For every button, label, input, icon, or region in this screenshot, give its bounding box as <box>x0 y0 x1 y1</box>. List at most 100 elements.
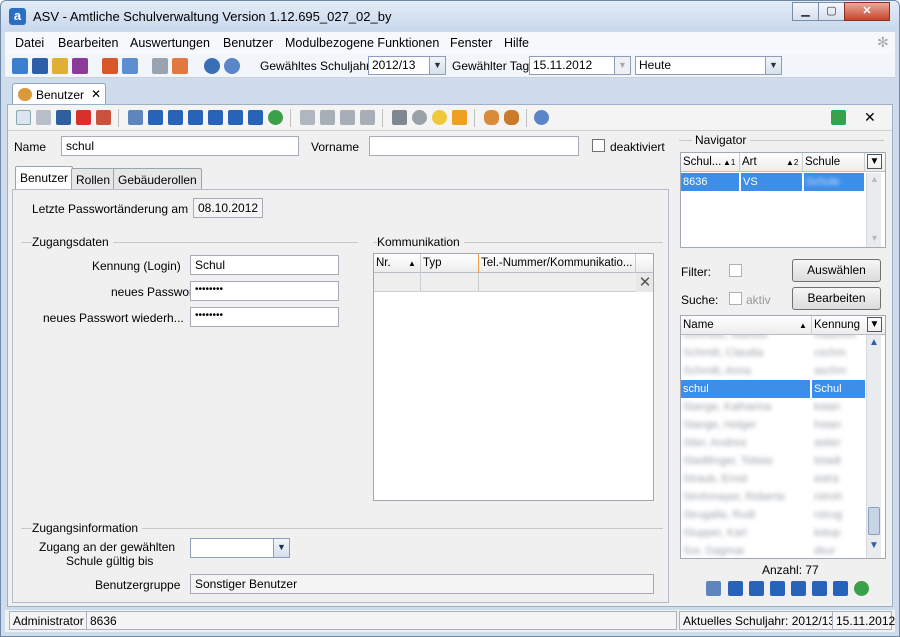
tab-benutzer-sub[interactable]: Benutzer <box>15 166 74 190</box>
copy-window-icon[interactable] <box>152 58 168 74</box>
next-icon[interactable] <box>791 581 806 596</box>
column-chooser-icon[interactable]: ▼ <box>867 154 882 169</box>
menu-benutzer[interactable]: Benutzer <box>223 36 273 50</box>
user-switch-icon[interactable] <box>504 110 519 125</box>
tab-benutzer[interactable]: Benutzer ✕ <box>12 83 106 105</box>
list-item-name[interactable]: Strohmayer, Roberta <box>681 488 810 506</box>
school-row-schul[interactable]: 8636 <box>681 173 739 191</box>
list-item-name[interactable]: Stier, Andrea <box>681 434 810 452</box>
help-icon[interactable] <box>224 58 240 74</box>
neues-passwort-input[interactable]: •••••••• <box>190 281 339 301</box>
back-arrow-icon[interactable] <box>300 110 315 125</box>
scroll-down-icon[interactable]: ▼ <box>869 540 879 551</box>
menu-fenster[interactable]: Fenster <box>450 36 492 50</box>
list-item-name[interactable]: schul <box>681 380 810 398</box>
list-item-kennung[interactable]: estra <box>812 470 865 488</box>
undo-icon[interactable] <box>56 110 71 125</box>
last-record-icon[interactable] <box>248 110 263 125</box>
list-item-kennung[interactable]: rstrug <box>812 506 865 524</box>
passwort-wiederholen-input[interactable]: •••••••• <box>190 307 339 327</box>
first-record-icon[interactable] <box>728 581 743 596</box>
suche-checkbox[interactable] <box>729 292 742 305</box>
menu-hilfe[interactable]: Hilfe <box>504 36 529 50</box>
column-header-art[interactable]: Art <box>742 156 757 168</box>
list-item-kennung[interactable]: dsur <box>812 542 865 558</box>
list-item-name[interactable]: Schmitt, Anna <box>681 362 810 380</box>
menu-bearbeiten[interactable]: Bearbeiten <box>58 36 118 50</box>
list-icon[interactable] <box>706 581 721 596</box>
list-item-name[interactable]: Straub, Ernst <box>681 470 810 488</box>
tab-rollen[interactable]: Rollen <box>71 168 116 190</box>
list-item-kennung[interactable]: tstadt <box>812 452 865 470</box>
column-chooser-icon[interactable]: ▼ <box>867 317 882 332</box>
chevron-down-icon[interactable]: ▼ <box>429 57 445 74</box>
name-input[interactable]: schul <box>61 136 299 156</box>
deaktiviert-checkbox[interactable] <box>592 139 605 152</box>
menu-modulbezogene-funktionen[interactable]: Modulbezogene Funktionen <box>285 36 439 50</box>
column-header-typ[interactable]: Typ <box>423 257 442 269</box>
close-icon[interactable]: ✕ <box>91 87 101 101</box>
maximize-icon[interactable]: ▢ <box>818 2 845 21</box>
list-item-name[interactable]: Stange, Holger <box>681 416 810 434</box>
group-icon[interactable] <box>52 58 68 74</box>
delete-icon[interactable] <box>76 110 91 125</box>
cut-icon[interactable] <box>320 110 335 125</box>
minimize-icon[interactable]: ▁ <box>792 2 819 21</box>
scroll-down-icon[interactable]: ▼ <box>870 233 879 243</box>
column-header-kennung[interactable]: Kennung <box>814 319 860 331</box>
tag-field[interactable]: 15.11.2012 ▼ <box>529 56 631 75</box>
heute-select[interactable]: Heute ▼ <box>635 56 782 75</box>
zugang-date-select[interactable]: ▼ <box>190 538 290 558</box>
fast-back-icon[interactable] <box>749 581 764 596</box>
list-item-kennung[interactable]: rstroh <box>812 488 865 506</box>
list-item-kennung[interactable]: cschm <box>812 344 865 362</box>
copy-icon[interactable] <box>340 110 355 125</box>
list-item-name[interactable]: Schmitt, Claudia <box>681 344 810 362</box>
list-item-kennung[interactable]: kstup <box>812 524 865 542</box>
new-document-icon[interactable] <box>16 110 31 125</box>
preview-icon[interactable] <box>412 110 427 125</box>
tab-gebaeuderollen[interactable]: Gebäuderollen <box>113 168 202 190</box>
school-row-art[interactable]: VS <box>741 173 802 191</box>
column-header-schule[interactable]: Schule <box>805 156 840 168</box>
sync-icon[interactable] <box>831 110 846 125</box>
bus-icon[interactable] <box>32 58 48 74</box>
list-icon[interactable] <box>128 110 143 125</box>
refresh-icon[interactable] <box>268 110 283 125</box>
school-row-schule[interactable]: Schule <box>804 173 864 191</box>
list-item-name[interactable]: Sur, Dagmar <box>681 542 810 558</box>
chevron-down-icon[interactable]: ▼ <box>273 539 289 557</box>
next-icon[interactable] <box>208 110 223 125</box>
table-row[interactable] <box>374 273 636 292</box>
auswaehlen-button[interactable]: Auswählen <box>792 259 881 282</box>
list-item-kennung[interactable]: Schul <box>812 380 865 398</box>
column-header-nr[interactable]: Nr. <box>376 257 391 269</box>
fast-back-icon[interactable] <box>168 110 183 125</box>
last-record-icon[interactable] <box>833 581 848 596</box>
lightbulb-icon[interactable] <box>432 110 447 125</box>
column-header-name[interactable]: Name <box>683 319 714 331</box>
list-item-name[interactable]: Stange, Katharina <box>681 398 810 416</box>
first-record-icon[interactable] <box>148 110 163 125</box>
paste-icon[interactable] <box>360 110 375 125</box>
column-header-tel[interactable]: Tel.-Nummer/Kommunikatio... <box>481 257 632 269</box>
list-item-kennung[interactable]: astier <box>812 434 865 452</box>
chevron-down-icon[interactable]: ▼ <box>765 57 781 74</box>
list-item-kennung[interactable]: aschm <box>812 362 865 380</box>
list-item-name[interactable]: Stadtlinger, Tobias <box>681 452 810 470</box>
chevron-down-icon[interactable]: ▼ <box>614 57 630 74</box>
window-alert-icon[interactable] <box>172 58 188 74</box>
previous-icon[interactable] <box>188 110 203 125</box>
save-icon[interactable] <box>36 110 51 125</box>
broom-icon[interactable] <box>452 110 467 125</box>
book-icon[interactable] <box>102 58 118 74</box>
list-item-name[interactable]: Strugalla, Rudi <box>681 506 810 524</box>
people-icon[interactable] <box>12 58 28 74</box>
fast-forward-icon[interactable] <box>812 581 827 596</box>
previous-icon[interactable] <box>770 581 785 596</box>
delete-row-icon[interactable]: ✕ <box>636 273 653 292</box>
list-item-kennung[interactable]: hstan <box>812 416 865 434</box>
list-item-name[interactable]: Stupper, Karl <box>681 524 810 542</box>
teacher-icon[interactable] <box>72 58 88 74</box>
close-icon[interactable]: ✕ <box>864 109 876 126</box>
